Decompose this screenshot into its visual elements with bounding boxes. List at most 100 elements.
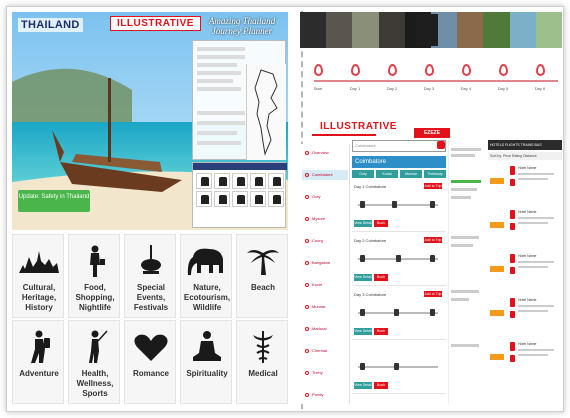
category-tile-spirituality[interactable]: Spirituality [180,320,232,404]
sidebar-item[interactable]: Bangalore [302,258,348,268]
attraction-thumb[interactable] [268,173,284,189]
form-field[interactable] [197,71,241,75]
sidebar-item[interactable]: Munnar [302,302,348,312]
book-hotel-button[interactable] [490,266,504,272]
form-field[interactable] [197,111,245,115]
destination-photo[interactable] [326,12,353,48]
destination-photo[interactable] [352,12,379,48]
city-tab[interactable]: Ooty [352,170,374,178]
add-to-trip-button[interactable]: Add to Trip [424,291,442,297]
sidebar-item[interactable]: Overview [302,148,348,158]
book-button[interactable]: Book [374,274,388,281]
attraction-thumb[interactable] [214,191,230,207]
featured-destination-card[interactable] [416,14,438,46]
time-slider-handle[interactable] [430,255,435,262]
book-hotel-button[interactable] [490,178,504,184]
category-tile-health[interactable]: Health, Wellness, Sports [68,320,120,404]
hotel-card[interactable]: Hotel Name [488,340,562,380]
destination-photo[interactable] [509,12,536,48]
sidebar-item[interactable]: Trichy [302,368,348,378]
form-field[interactable] [197,121,245,125]
hotel-card[interactable]: Hotel Name [488,252,562,292]
destination-photo[interactable] [457,12,484,48]
destination-photo[interactable] [300,12,327,48]
thailand-logo[interactable]: THAILAND [18,18,83,32]
time-slider-handle[interactable] [360,309,365,316]
form-field[interactable] [197,131,237,135]
attraction-thumb[interactable] [196,173,212,189]
add-to-trip-button[interactable]: Add to Trip [424,237,442,243]
sidebar-item[interactable]: Coorg [302,236,348,246]
time-slider-handle[interactable] [360,255,365,262]
attraction-thumb[interactable] [232,191,248,207]
book-hotel-button[interactable] [490,222,504,228]
category-tile-events[interactable]: Special Events, Festivals [124,234,176,318]
attraction-thumb[interactable] [196,191,212,207]
brand-logo[interactable]: EZEZE [414,128,450,138]
safety-update-button[interactable]: Update: Safety in Thailand [18,190,90,212]
city-tab[interactable]: Kodai [376,170,398,178]
view-detail-button[interactable]: View Detail [354,220,372,227]
location-pin-icon [425,64,434,76]
book-button[interactable]: Book [374,382,388,389]
add-to-trip-button[interactable]: Add to Trip [424,183,442,189]
form-field[interactable] [197,141,241,145]
hotel-card[interactable]: Hotel Name [488,164,562,204]
city-search-input[interactable]: Coimbatore [352,140,446,152]
sidebar-item[interactable]: Chennai [302,346,348,356]
destination-photo[interactable] [378,12,405,48]
sort-bar[interactable]: Sort by: Price Rating Distance [488,152,562,160]
attraction-thumb[interactable] [250,191,266,207]
category-tile-adventure[interactable]: Adventure [12,320,64,404]
time-slider-handle[interactable] [394,363,399,370]
illustrative-watermark: ILLUSTRATIVE [110,16,201,31]
form-field[interactable] [197,63,237,67]
attraction-thumb[interactable] [250,173,266,189]
hotel-card[interactable]: Hotel Name [488,208,562,248]
hotel-detail-line [518,310,548,312]
sidebar-item[interactable]: Ooty [302,192,348,202]
attraction-thumb[interactable] [214,173,230,189]
hotel-card[interactable]: Hotel Name [488,296,562,336]
time-slider-handle[interactable] [360,363,365,370]
sidebar-item[interactable]: Kochi [302,280,348,290]
thailand-map[interactable] [246,64,286,160]
sidebar-item[interactable]: Mysore [302,214,348,224]
hotel-name: Hotel Name [518,166,537,170]
destination-photo[interactable] [483,12,510,48]
sidebar-item[interactable]: Pondy [302,390,348,400]
time-slider-handle[interactable] [360,201,365,208]
time-slider-handle[interactable] [394,309,399,316]
time-slider-handle[interactable] [392,201,397,208]
category-tile-food[interactable]: Food, Shopping, Nightlife [68,234,120,318]
hotel-detail-line [518,261,554,263]
view-detail-button[interactable]: View Detail [354,382,372,389]
category-tile-beach[interactable]: Beach [236,234,288,318]
time-slider-handle[interactable] [396,255,401,262]
sidebar-item-active[interactable]: Coimbatore [302,170,348,180]
city-tab[interactable]: Munnar [400,170,422,178]
time-slider-handle[interactable] [430,309,435,316]
category-tile-nature[interactable]: Nature, Ecotourism, Wildlife [180,234,232,318]
destination-photo[interactable] [535,12,563,48]
booking-tabs[interactable]: HOTELS FLIGHTS TRAINS BUS [488,140,562,150]
city-tab[interactable]: Thekkady [424,170,446,178]
attraction-thumb[interactable] [232,173,248,189]
view-detail-button[interactable]: View Detail [354,328,372,335]
time-slider-handle[interactable] [430,201,435,208]
view-detail-button[interactable]: View Detail [354,274,372,281]
book-hotel-button[interactable] [490,310,504,316]
category-tile-medical[interactable]: Medical [236,320,288,404]
book-button[interactable]: Book [374,328,388,335]
form-field[interactable] [197,79,233,83]
sidebar-item[interactable]: Madurai [302,324,348,334]
category-tile-romance[interactable]: Romance [124,320,176,404]
form-field[interactable] [197,87,241,91]
elephant-icon [187,248,223,275]
book-button[interactable]: Book [374,220,388,227]
attraction-thumb[interactable] [268,191,284,207]
book-hotel-button[interactable] [490,354,504,360]
form-field[interactable] [197,55,245,59]
form-field[interactable] [197,47,245,51]
category-tile-cultural[interactable]: Cultural, Heritage, History [12,234,64,318]
